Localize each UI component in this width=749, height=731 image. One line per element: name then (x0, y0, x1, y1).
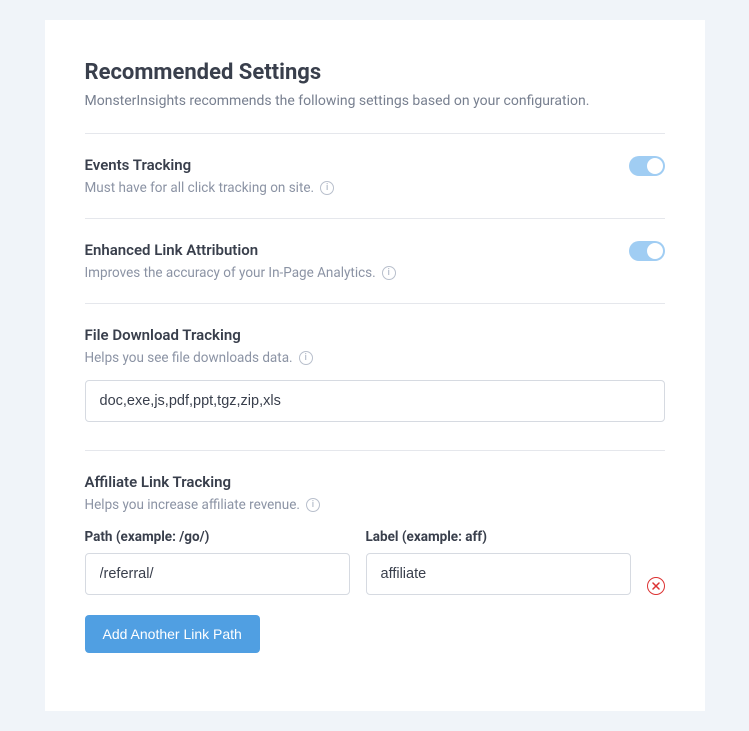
enhanced-link-info: Enhanced Link Attribution Improves the a… (85, 241, 629, 281)
enhanced-link-desc-text: Improves the accuracy of your In-Page An… (85, 265, 376, 281)
file-download-input[interactable] (85, 380, 665, 422)
info-icon[interactable]: i (299, 351, 313, 365)
info-icon[interactable]: i (320, 181, 334, 195)
events-tracking-info: Events Tracking Must have for all click … (85, 156, 629, 196)
enhanced-link-desc: Improves the accuracy of your In-Page An… (85, 265, 629, 281)
affiliate-label-label: Label (example: aff) (366, 529, 631, 545)
affiliate-desc: Helps you increase affiliate revenue. i (85, 497, 665, 513)
page-title: Recommended Settings (85, 60, 665, 85)
events-tracking-title: Events Tracking (85, 156, 629, 174)
info-icon[interactable]: i (382, 266, 396, 280)
affiliate-label-col: Label (example: aff) (366, 529, 631, 595)
events-tracking-toggle[interactable] (629, 156, 665, 176)
file-download-title: File Download Tracking (85, 326, 665, 344)
remove-row-icon[interactable] (647, 577, 665, 595)
close-icon (652, 582, 660, 590)
enhanced-link-title: Enhanced Link Attribution (85, 241, 629, 259)
enhanced-link-row: Enhanced Link Attribution Improves the a… (85, 219, 665, 303)
affiliate-title: Affiliate Link Tracking (85, 473, 665, 491)
events-tracking-desc-text: Must have for all click tracking on site… (85, 180, 315, 196)
affiliate-label-input[interactable] (366, 553, 631, 595)
file-download-desc-text: Helps you see file downloads data. (85, 350, 293, 366)
affiliate-path-label: Path (example: /go/) (85, 529, 350, 545)
add-link-path-button[interactable]: Add Another Link Path (85, 615, 260, 653)
affiliate-path-input[interactable] (85, 553, 350, 595)
affiliate-desc-text: Helps you increase affiliate revenue. (85, 497, 300, 513)
info-icon[interactable]: i (306, 498, 320, 512)
file-download-section: File Download Tracking Helps you see fil… (85, 304, 665, 450)
page-subtitle: MonsterInsights recommends the following… (85, 93, 665, 109)
file-download-desc: Helps you see file downloads data. i (85, 350, 665, 366)
affiliate-field-row: Path (example: /go/) Label (example: aff… (85, 529, 665, 595)
remove-row-wrapper (647, 529, 665, 595)
affiliate-path-col: Path (example: /go/) (85, 529, 350, 595)
affiliate-section: Affiliate Link Tracking Helps you increa… (85, 451, 665, 681)
events-tracking-desc: Must have for all click tracking on site… (85, 180, 629, 196)
settings-card: Recommended Settings MonsterInsights rec… (45, 20, 705, 711)
enhanced-link-toggle[interactable] (629, 241, 665, 261)
events-tracking-row: Events Tracking Must have for all click … (85, 134, 665, 218)
